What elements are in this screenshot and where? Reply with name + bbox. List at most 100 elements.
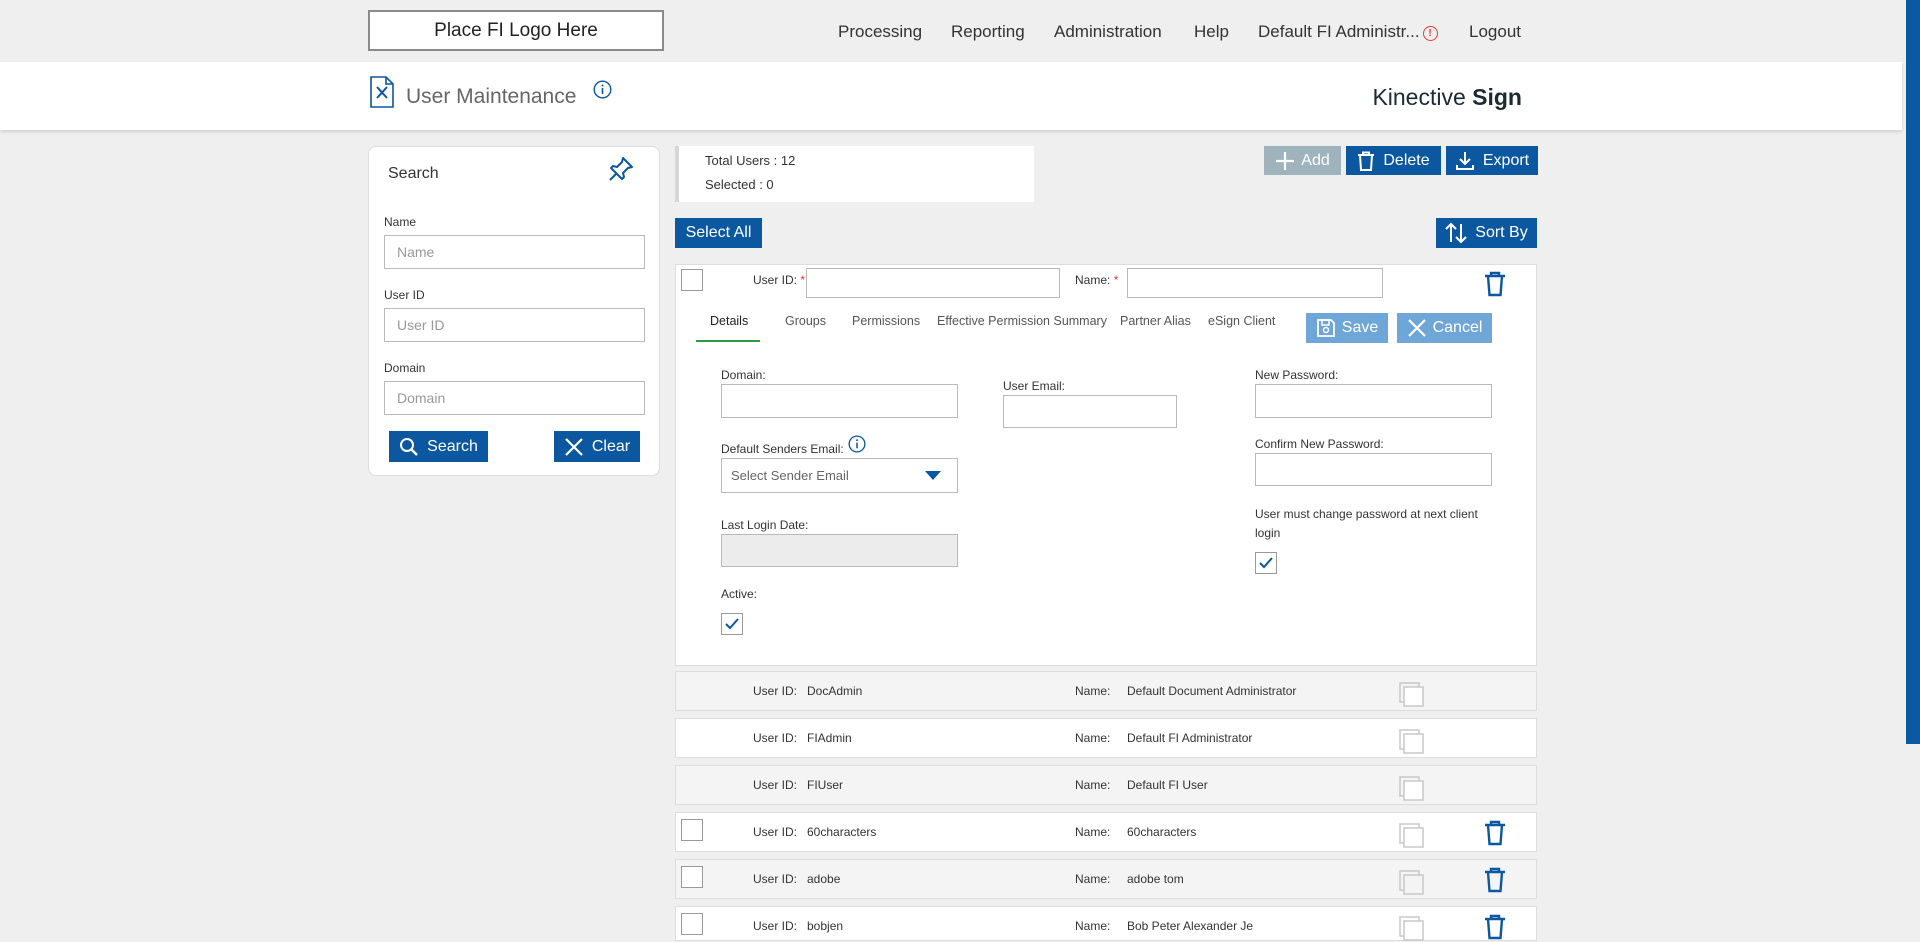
edit-name-label: Name: * bbox=[1075, 273, 1118, 287]
trash-icon[interactable] bbox=[1484, 867, 1506, 893]
confirm-password-field[interactable] bbox=[1255, 453, 1492, 486]
delete-button[interactable]: Delete bbox=[1346, 146, 1441, 175]
sender-email-select[interactable]: Select Sender Email bbox=[721, 458, 958, 493]
search-button-label: Search bbox=[427, 437, 478, 455]
domain-field[interactable] bbox=[721, 384, 958, 418]
top-navigation: Place FI Logo Here Processing Reporting … bbox=[0, 0, 1920, 62]
row-name-label: Name: bbox=[1075, 731, 1111, 745]
row-checkbox[interactable] bbox=[681, 819, 703, 841]
copy-icon[interactable] bbox=[1399, 776, 1425, 802]
row-name-label: Name: bbox=[1075, 684, 1111, 698]
select-all-button[interactable]: Select All bbox=[675, 218, 762, 248]
row-userid: bobjen bbox=[807, 919, 844, 933]
tab-esign-client[interactable]: eSign Client bbox=[1208, 314, 1275, 328]
copy-icon[interactable] bbox=[1399, 823, 1425, 849]
copy-icon[interactable] bbox=[1399, 870, 1425, 896]
user-summary: Total Users : 12 Selected : 0 bbox=[675, 146, 1034, 202]
edit-userid-input[interactable] bbox=[806, 268, 1060, 298]
domain-field-label: Domain: bbox=[721, 368, 766, 382]
close-icon bbox=[565, 437, 583, 456]
name-label: Name bbox=[384, 215, 417, 229]
selected-count: Selected : 0 bbox=[705, 177, 774, 192]
row-userid: 60characters bbox=[807, 825, 877, 839]
page-scrollbar[interactable] bbox=[1906, 0, 1920, 744]
user-row[interactable]: User ID: FIAdmin Name: Default FI Admini… bbox=[675, 718, 1537, 758]
search-button[interactable]: Search bbox=[389, 431, 488, 462]
row-name: 60characters bbox=[1127, 825, 1197, 839]
pin-icon[interactable] bbox=[607, 155, 635, 183]
userid-search-input[interactable]: User ID bbox=[384, 308, 645, 342]
user-row[interactable]: User ID: adobe Name: adobe tom bbox=[675, 859, 1537, 899]
edit-userid-label: User ID: * bbox=[753, 273, 805, 287]
save-button[interactable]: Save bbox=[1306, 313, 1388, 343]
row-name: Default FI Administrator bbox=[1127, 731, 1253, 745]
search-icon bbox=[400, 437, 418, 456]
user-row[interactable]: User ID: DocAdmin Name: Default Document… bbox=[675, 671, 1537, 711]
user-row[interactable]: User ID: FIUser Name: Default FI User bbox=[675, 765, 1537, 805]
row-checkbox[interactable] bbox=[681, 913, 703, 935]
alert-icon: ! bbox=[1422, 26, 1438, 41]
save-button-label: Save bbox=[1341, 319, 1379, 336]
trash-icon bbox=[1358, 151, 1375, 171]
copy-icon[interactable] bbox=[1399, 729, 1425, 755]
copy-icon[interactable] bbox=[1399, 916, 1425, 942]
sender-email-placeholder: Select Sender Email bbox=[731, 468, 849, 483]
search-panel-title: Search bbox=[388, 165, 439, 182]
search-panel: Search Name Name User ID User ID Domain … bbox=[368, 146, 660, 476]
required-mark: * bbox=[1113, 273, 1119, 287]
tab-partner-alias[interactable]: Partner Alias bbox=[1120, 314, 1191, 328]
domain-search-input[interactable]: Domain bbox=[384, 381, 645, 415]
nav-logout[interactable]: Logout bbox=[1469, 22, 1521, 42]
info-icon[interactable] bbox=[593, 80, 612, 99]
row-userid: DocAdmin bbox=[807, 684, 863, 698]
tab-groups[interactable]: Groups bbox=[785, 314, 826, 328]
delete-button-label: Delete bbox=[1383, 151, 1430, 169]
download-icon bbox=[1455, 151, 1474, 170]
edit-name-input[interactable] bbox=[1127, 268, 1383, 298]
fi-logo-placeholder[interactable]: Place FI Logo Here bbox=[368, 10, 664, 51]
active-checkbox[interactable] bbox=[721, 613, 743, 635]
tab-effective-permission-summary[interactable]: Effective Permission Summary bbox=[937, 314, 1107, 328]
info-icon[interactable] bbox=[848, 435, 866, 453]
must-change-password-checkbox[interactable] bbox=[1255, 552, 1277, 574]
user-email-field[interactable] bbox=[1003, 395, 1177, 428]
nav-administration[interactable]: Administration bbox=[1054, 22, 1162, 42]
clear-button[interactable]: Clear bbox=[554, 431, 640, 462]
brand-text: Kinective bbox=[1372, 84, 1473, 110]
must-change-password-label: User must change password at next client… bbox=[1255, 507, 1478, 540]
new-password-field[interactable] bbox=[1255, 384, 1492, 418]
copy-icon[interactable] bbox=[1399, 682, 1425, 708]
edit-row-checkbox[interactable] bbox=[681, 269, 703, 291]
row-name: adobe tom bbox=[1127, 872, 1184, 886]
tab-details[interactable]: Details bbox=[710, 314, 748, 328]
add-button[interactable]: Add bbox=[1264, 146, 1341, 175]
row-name: Bob Peter Alexander Je bbox=[1127, 919, 1254, 933]
sort-icon bbox=[1445, 222, 1467, 244]
nav-help[interactable]: Help bbox=[1194, 22, 1229, 42]
nav-processing[interactable]: Processing bbox=[838, 22, 922, 42]
new-password-label: New Password: bbox=[1255, 368, 1339, 382]
trash-icon[interactable] bbox=[1484, 271, 1506, 297]
edit-name-label-text: Name: bbox=[1075, 273, 1111, 287]
trash-icon[interactable] bbox=[1484, 914, 1506, 940]
export-button[interactable]: Export bbox=[1446, 146, 1538, 175]
nav-reporting[interactable]: Reporting bbox=[951, 22, 1025, 42]
row-userid: FIAdmin bbox=[807, 731, 852, 745]
sort-by-button[interactable]: Sort By bbox=[1436, 218, 1537, 248]
nav-user-menu[interactable]: Default FI Administr...! bbox=[1258, 22, 1438, 42]
user-row[interactable]: User ID: 60characters Name: 60characters bbox=[675, 812, 1537, 852]
name-search-input[interactable]: Name bbox=[384, 235, 645, 269]
brand-text-bold: Sign bbox=[1472, 84, 1522, 110]
row-name-label: Name: bbox=[1075, 872, 1111, 886]
user-email-label: User Email: bbox=[1003, 379, 1066, 393]
row-checkbox[interactable] bbox=[681, 866, 703, 888]
tab-permissions[interactable]: Permissions bbox=[852, 314, 920, 328]
cancel-button[interactable]: Cancel bbox=[1397, 313, 1492, 343]
row-userid-label: User ID: bbox=[753, 919, 798, 933]
last-login-label: Last Login Date: bbox=[721, 518, 809, 532]
page-title: User Maintenance bbox=[406, 85, 577, 108]
cancel-button-label: Cancel bbox=[1432, 319, 1483, 336]
user-row[interactable]: User ID: bobjen Name: Bob Peter Alexande… bbox=[675, 906, 1537, 941]
page-header: User Maintenance Kinective Sign bbox=[0, 62, 1902, 130]
trash-icon[interactable] bbox=[1484, 820, 1506, 846]
